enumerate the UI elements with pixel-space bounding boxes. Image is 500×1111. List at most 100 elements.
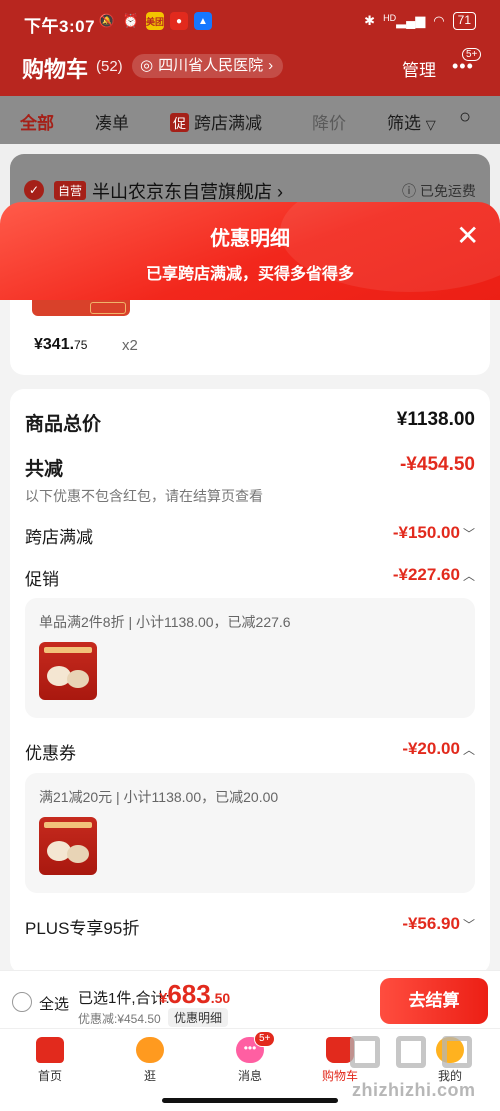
select-all-checkbox[interactable] bbox=[12, 992, 32, 1012]
promotion-detail-box: 单品满2件8折 | 小计1138.00，已减227.6 bbox=[25, 598, 475, 718]
address-text: 四川省人民医院 bbox=[158, 57, 264, 74]
nav-profile[interactable]: 我的 bbox=[405, 1037, 495, 1084]
store-name-text: 半山农京东自营旗舰店 bbox=[92, 182, 272, 202]
cross-store-row[interactable]: 跨店满减 -¥150.00 ﹀ bbox=[25, 523, 475, 549]
selected-summary: 已选1件,合计: bbox=[78, 990, 170, 1007]
bluetooth-icon: ✱ bbox=[364, 13, 376, 28]
signal-icon: HD▂▄▆ bbox=[383, 13, 426, 28]
checkout-button[interactable]: 去结算 bbox=[380, 978, 488, 1024]
coupon-row[interactable]: 优惠券 -¥20.00 ︿ bbox=[25, 739, 475, 765]
alipay-notification-icon: ▲ bbox=[194, 12, 212, 30]
store-name[interactable]: 半山农京东自营旗舰店 › bbox=[92, 178, 283, 204]
chevron-right-icon: › bbox=[268, 57, 274, 74]
nav-home-label: 首页 bbox=[37, 1069, 62, 1083]
promotion-product-thumbnail[interactable] bbox=[39, 642, 97, 700]
item-price-decimal: 75 bbox=[74, 338, 88, 352]
cart-icon bbox=[326, 1037, 354, 1063]
chevron-down-icon: ﹀ bbox=[462, 918, 475, 932]
total-row: 商品总价 ¥1138.00 bbox=[25, 409, 475, 435]
total-label: 商品总价 bbox=[25, 414, 102, 435]
item-quantity: x2 bbox=[122, 337, 138, 354]
plus-row[interactable]: PLUS专享95折 -¥56.90 ﹀ bbox=[25, 914, 475, 940]
plus-label: PLUS专享95折 bbox=[25, 919, 140, 938]
shipping-text: 已免运费 bbox=[419, 183, 476, 199]
more-badge: 5+ bbox=[462, 48, 482, 61]
nav-browse[interactable]: 逛 bbox=[105, 1037, 195, 1084]
sheet-title: 优惠明细 bbox=[210, 228, 290, 250]
chevron-up-icon: ︿ bbox=[462, 569, 475, 583]
discount-note: 以下优惠不包含红包，请在结算页查看 bbox=[25, 488, 263, 504]
promotion-value: -¥227.60 bbox=[392, 565, 460, 584]
cart-count: (52) bbox=[96, 58, 123, 75]
status-time: 下午3:07 bbox=[24, 17, 96, 36]
discount-total-label: 共减 bbox=[25, 459, 64, 480]
close-icon[interactable]: ✕ bbox=[456, 222, 479, 250]
address-selector[interactable]: ◎ 四川省人民医院 › bbox=[132, 54, 284, 78]
coupon-value-wrap: -¥20.00 ︿ bbox=[402, 739, 475, 759]
status-bar: 下午3:07 🔕 ⏰ 美团 ● ▲ ✱ HD▂▄▆ ◠ 71 bbox=[0, 0, 500, 44]
location-icon: ◎ bbox=[140, 57, 154, 74]
thumb-plate-2 bbox=[67, 845, 89, 863]
tab-cross-store[interactable]: 促跨店满减 bbox=[170, 109, 262, 134]
nav-home[interactable]: 首页 bbox=[5, 1037, 95, 1084]
plus-value-wrap: -¥56.90 ﹀ bbox=[402, 914, 475, 934]
mute-icon: 🔕 bbox=[98, 13, 116, 28]
select-all-label[interactable]: 全选 bbox=[39, 993, 69, 1014]
coupon-detail-box: 满21减20元 | 小计1138.00，已减20.00 bbox=[25, 773, 475, 893]
filter-tabs: 全部 凑单 促跨店满减 降价 筛选 ▽ ○ bbox=[0, 96, 500, 144]
tab-filter[interactable]: 筛选 ▽ bbox=[387, 109, 436, 134]
promo-chip: 促 bbox=[170, 113, 190, 132]
filter-icon: ▽ bbox=[425, 117, 436, 132]
message-badge: 5+ bbox=[254, 1031, 276, 1047]
store-checkbox[interactable]: ✓ bbox=[24, 180, 44, 200]
nav-browse-label: 逛 bbox=[143, 1069, 156, 1083]
search-icon[interactable]: ○ bbox=[459, 106, 471, 129]
tab-all[interactable]: 全部 bbox=[20, 109, 54, 134]
coupon-value: -¥20.00 bbox=[402, 739, 460, 758]
promotion-description: 单品满2件8折 | 小计1138.00，已减227.6 bbox=[39, 614, 291, 630]
product-image[interactable] bbox=[32, 300, 130, 316]
browse-icon bbox=[136, 1037, 164, 1063]
tab-cross-store-label: 跨店满减 bbox=[194, 114, 263, 133]
chevron-up-icon: ︿ bbox=[462, 743, 475, 757]
coupon-product-thumbnail[interactable] bbox=[39, 817, 97, 875]
nav-messages[interactable]: ••• 5+ 消息 bbox=[205, 1031, 295, 1084]
discount-total-value: -¥454.50 bbox=[399, 454, 475, 475]
manage-button[interactable]: 管理 bbox=[402, 56, 436, 81]
battery-icon: 71 bbox=[452, 12, 476, 30]
app-notification-icon: 美团 bbox=[146, 12, 164, 30]
message-icon: ••• 5+ bbox=[236, 1031, 276, 1063]
promotion-value-wrap: -¥227.60 ︿ bbox=[393, 565, 475, 585]
tab-price-drop[interactable]: 降价 bbox=[312, 109, 346, 134]
jd-notification-icon: ● bbox=[170, 12, 188, 30]
price-decimal: .50 bbox=[210, 990, 231, 1006]
nav-cart-label: 购物车 bbox=[321, 1069, 358, 1083]
coupon-label: 优惠券 bbox=[25, 744, 76, 763]
coupon-description: 满21减20元 | 小计1138.00，已减20.00 bbox=[39, 789, 279, 805]
promotion-label: 促销 bbox=[25, 570, 59, 589]
thumb-band bbox=[44, 647, 92, 653]
status-notification-icons: 🔕 ⏰ 美团 ● ▲ bbox=[98, 12, 212, 30]
cart-item: ¥341.75 x2 bbox=[10, 300, 490, 375]
discount-detail-toggle[interactable]: 优惠明细 bbox=[168, 1008, 229, 1027]
discount-sheet-header: 优惠明细 已享跨店满减，买得多省得多 ✕ bbox=[0, 202, 500, 300]
item-price: ¥341.75 bbox=[34, 336, 87, 354]
nav-messages-label: 消息 bbox=[237, 1069, 262, 1083]
page-title: 购物车 bbox=[22, 57, 89, 82]
tab-combine-order[interactable]: 凑单 bbox=[95, 109, 129, 134]
cross-store-label: 跨店满减 bbox=[25, 528, 93, 547]
network-type: HD bbox=[383, 13, 397, 23]
nav-cart[interactable]: 购物车 bbox=[295, 1037, 385, 1084]
wifi-icon: ◠ bbox=[433, 13, 445, 28]
app-bar: 购物车 (52) ◎ 四川省人民医院 › 管理 ••• 5+ bbox=[0, 44, 500, 96]
checkout-bar: 全选 已选1件,合计: ¥683.50 优惠减:¥454.50 优惠明细 去结算 bbox=[0, 970, 500, 1028]
thumb-plate-2 bbox=[67, 670, 89, 688]
item-price-main: ¥341. bbox=[34, 336, 75, 353]
discount-amount: 优惠减:¥454.50 bbox=[78, 1012, 161, 1026]
alarm-icon: ⏰ bbox=[122, 13, 140, 28]
promotion-row[interactable]: 促销 -¥227.60 ︿ bbox=[25, 565, 475, 591]
total-price: ¥683.50 bbox=[159, 979, 230, 1010]
tab-filter-label: 筛选 bbox=[387, 114, 421, 133]
chevron-down-icon: ﹀ bbox=[462, 527, 475, 541]
sheet-subtitle: 已享跨店满减，买得多省得多 bbox=[145, 266, 354, 283]
